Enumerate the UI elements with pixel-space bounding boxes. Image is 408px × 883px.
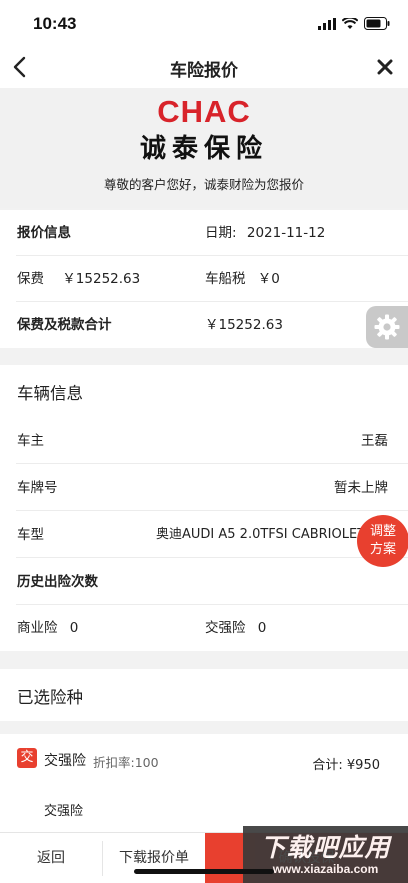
download-quote-button[interactable]: 下载报价单 <box>103 833 205 883</box>
adjust-plan-button[interactable]: 调整 方案 <box>357 515 408 567</box>
commercial-claims: 商业险 0 <box>17 605 78 651</box>
commercial-label: 商业险 <box>17 620 58 636</box>
greeting-text: 尊敬的客户您好，诚泰财险为您报价 <box>103 177 304 192</box>
coverage-sub-item: 交强险 <box>44 804 84 819</box>
selected-section-title: 已选险种 <box>17 688 83 707</box>
model-row: 车型 奥迪AUDI A5 2.0TFSI CABRIOLET <box>0 512 408 558</box>
quote-header-row: 报价信息 日期: 2021-11-12 <box>0 210 408 256</box>
date-field: 日期: 2021-11-12 <box>205 210 325 256</box>
site-watermark: 下载吧应用 www.xiazaiba.com <box>243 826 408 883</box>
total-value: ￥15252.63 <box>205 317 283 333</box>
coverage-subtotal: 合计: ¥950 <box>312 758 380 773</box>
coverage-discount: 折扣率:100 <box>93 755 159 770</box>
model-label: 车型 <box>17 527 44 543</box>
plate-label: 车牌号 <box>17 480 58 496</box>
compulsory-claims: 交强险 0 <box>205 605 266 651</box>
premium-label: 保费 <box>17 271 44 287</box>
compulsory-badge: 交 <box>17 748 37 768</box>
commercial-count: 0 <box>69 620 79 636</box>
date-value: 2021-11-12 <box>246 225 326 241</box>
coverage-item-name: 交强险 <box>44 753 86 769</box>
owner-label: 车主 <box>17 433 44 449</box>
vessel-tax-label: 车船税 <box>205 271 246 287</box>
date-label: 日期: <box>205 225 237 241</box>
vehicle-section-title: 车辆信息 <box>17 384 83 403</box>
brand-chinese-name: 诚泰保险 <box>139 134 268 164</box>
battery-icon <box>364 17 390 30</box>
selected-coverage-header: 已选险种 <box>0 669 408 721</box>
history-title: 历史出险次数 <box>17 574 98 590</box>
settings-float-button[interactable] <box>366 306 408 348</box>
wifi-icon <box>342 17 358 29</box>
compulsory-count: 0 <box>257 620 267 636</box>
premium-field: 保费 ￥15252.63 <box>17 256 140 302</box>
watermark-title: 下载吧应用 <box>260 833 391 862</box>
status-time: 10:43 <box>33 14 77 33</box>
adjust-label-line1: 调整 <box>369 524 396 539</box>
history-counts-row: 商业险 0 交强险 0 <box>0 605 408 651</box>
owner-row: 车主 王磊 <box>0 418 408 464</box>
vehicle-info-card: 车辆信息 车主 王磊 车牌号 暂未上牌 车型 奥迪AUDI A5 2.0TFSI… <box>0 365 408 651</box>
plate-row: 车牌号 暂未上牌 <box>0 465 408 511</box>
owner-value: 王磊 <box>361 433 388 449</box>
back-button[interactable]: 返回 <box>0 833 102 883</box>
cellular-signal-icon <box>318 17 336 30</box>
brand-logo-text: CHAC <box>157 94 251 129</box>
adjust-label-line2: 方案 <box>369 542 396 557</box>
premium-value: ￥15252.63 <box>62 271 141 287</box>
nav-bar: 车险报价 <box>0 48 408 88</box>
insurer-banner: CHAC 诚泰保险 尊敬的客户您好，诚泰财险为您报价 <box>0 88 408 208</box>
model-value: 奥迪AUDI A5 2.0TFSI CABRIOLET <box>156 527 366 542</box>
history-header-row: 历史出险次数 <box>0 559 408 605</box>
close-icon[interactable] <box>374 56 396 78</box>
vessel-tax-field: 车船税 ￥0 <box>205 256 280 302</box>
premium-row: 保费 ￥15252.63 车船税 ￥0 <box>0 256 408 302</box>
total-row: 保费及税款合计 ￥15252.63 <box>0 302 408 348</box>
status-icons <box>318 17 390 30</box>
total-label: 保费及税款合计 <box>17 317 112 333</box>
quote-info-card: 报价信息 日期: 2021-11-12 保费 ￥15252.63 车船税 ￥0 … <box>0 210 408 348</box>
quote-header-label: 报价信息 <box>17 225 71 241</box>
vessel-tax-value: ￥0 <box>257 271 280 287</box>
gear-icon <box>374 314 400 340</box>
status-bar: 10:43 <box>0 0 408 48</box>
home-indicator <box>134 869 274 874</box>
plate-value: 暂未上牌 <box>334 480 388 496</box>
compulsory-label: 交强险 <box>205 620 246 636</box>
page-title: 车险报价 <box>170 61 238 81</box>
